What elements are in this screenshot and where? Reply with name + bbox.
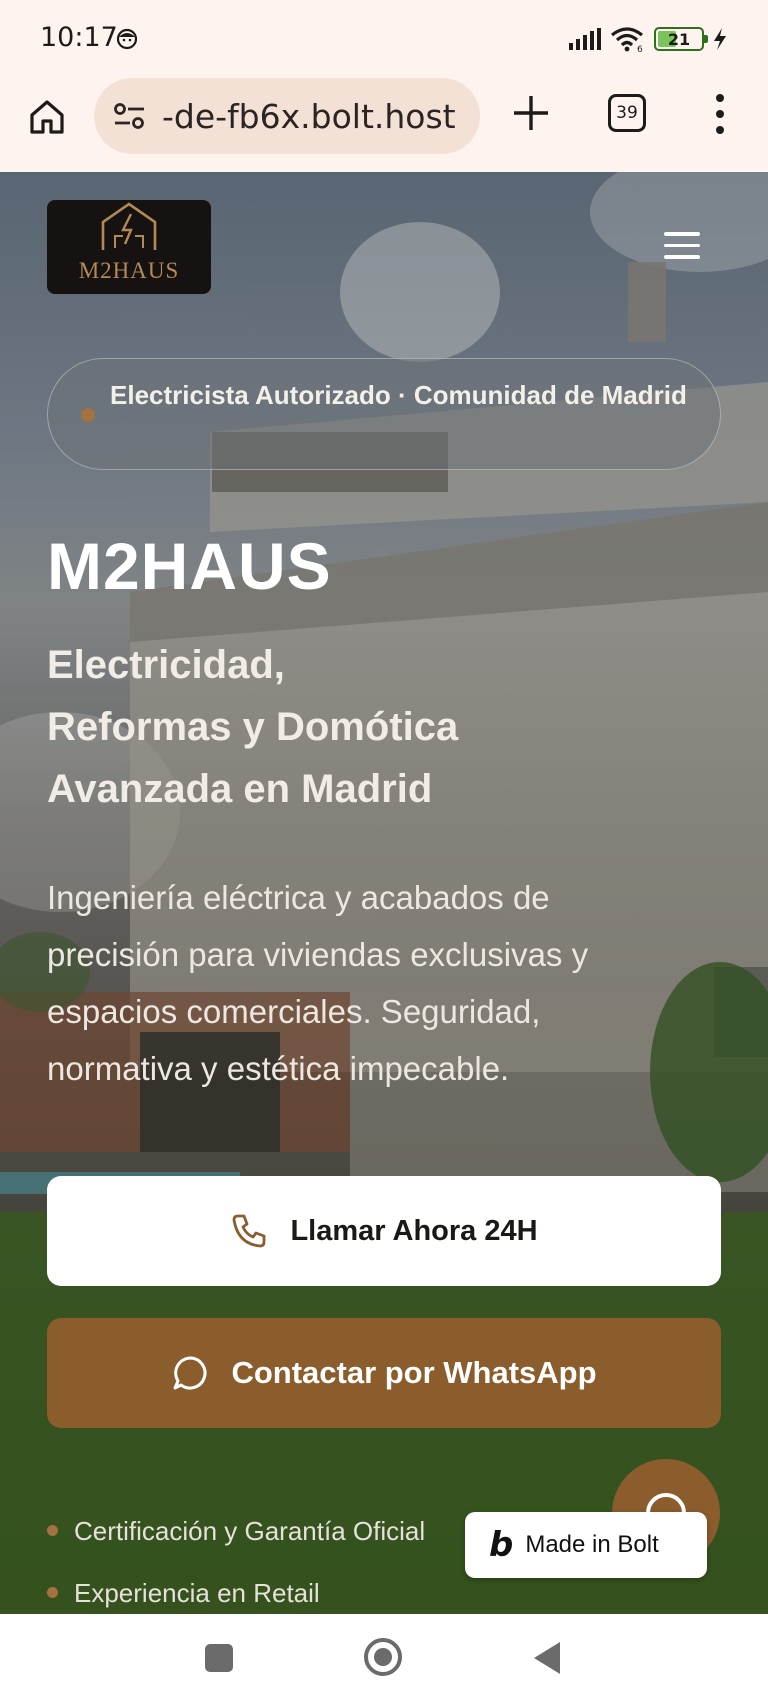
chat-bubble-icon	[173, 1356, 207, 1390]
wifi-icon: 6	[611, 27, 643, 53]
url-text[interactable]: -de-fb6x.bolt.host	[162, 97, 456, 136]
battery-icon: 21	[654, 27, 708, 51]
call-now-button[interactable]: Llamar Ahora 24H	[47, 1176, 721, 1286]
phone-icon	[233, 1214, 266, 1248]
battery-level: 21	[667, 29, 691, 49]
more-vert-icon[interactable]	[712, 92, 728, 136]
badge-dot	[81, 408, 95, 422]
whatsapp-label: Contactar por WhatsApp	[231, 1355, 597, 1390]
made-in-bolt-badge[interactable]: b Made in Bolt	[465, 1512, 707, 1578]
feature-item: Certificación y Garantía Oficial	[47, 1516, 425, 1547]
site-settings-icon[interactable]	[112, 101, 148, 131]
tab-switcher-button[interactable]: 39	[608, 94, 646, 132]
bullet-dot	[47, 1586, 58, 1598]
hero-description: Ingeniería eléctrica y acabados de preci…	[47, 879, 589, 1087]
badge-text: Electricista Autorizado · Comunidad de M…	[110, 380, 687, 410]
browser-toolbar: -de-fb6x.bolt.host 39	[0, 78, 768, 172]
plus-icon[interactable]	[510, 92, 552, 134]
hero-title: M2HAUS	[47, 529, 332, 603]
bolt-logo-icon: b	[489, 1525, 514, 1565]
logo-text: M2HAUS	[78, 258, 180, 283]
hero-subtitle-line: Avanzada en Madrid	[47, 767, 433, 811]
bullet-dot	[47, 1524, 58, 1536]
recents-icon[interactable]	[205, 1644, 233, 1672]
home-button[interactable]	[26, 96, 68, 138]
feature-label: Certificación y Garantía Oficial	[74, 1516, 426, 1546]
feature-label: Experiencia en Retail	[74, 1578, 320, 1608]
home-nav-icon[interactable]	[364, 1638, 402, 1676]
hero-subtitle: Electricidad, Reformas y Domótica Avanza…	[47, 634, 687, 820]
call-now-label: Llamar Ahora 24H	[290, 1214, 538, 1247]
hero-subtitle-line: Reformas y Domótica	[47, 705, 459, 749]
system-navigation-bar	[0, 1614, 768, 1707]
svg-text:6: 6	[637, 45, 643, 53]
address-bar[interactable]: -de-fb6x.bolt.host	[94, 78, 480, 154]
menu-icon[interactable]	[664, 232, 700, 262]
feature-item: Experiencia en Retail	[47, 1578, 320, 1609]
charging-bolt-icon	[714, 28, 726, 50]
authorized-badge: Electricista Autorizado · Comunidad de M…	[47, 358, 721, 470]
status-bar: 10:17 6 21	[0, 0, 768, 78]
back-icon[interactable]	[534, 1642, 560, 1674]
site-logo[interactable]: M2HAUS	[47, 200, 211, 294]
made-in-bolt-label: Made in Bolt	[525, 1531, 659, 1558]
whatsapp-button[interactable]: Contactar por WhatsApp	[47, 1318, 721, 1428]
notification-face-icon	[116, 28, 138, 50]
home-icon	[30, 100, 64, 134]
hero-section: M2HAUS Electricista Autorizado · Comunid…	[0, 172, 768, 1614]
house-bolt-logo-icon	[101, 202, 157, 250]
signal-icon	[569, 28, 601, 50]
hero-subtitle-line: Electricidad,	[47, 643, 285, 687]
status-icons: 6 21	[568, 24, 728, 54]
status-time: 10:17	[40, 22, 118, 53]
